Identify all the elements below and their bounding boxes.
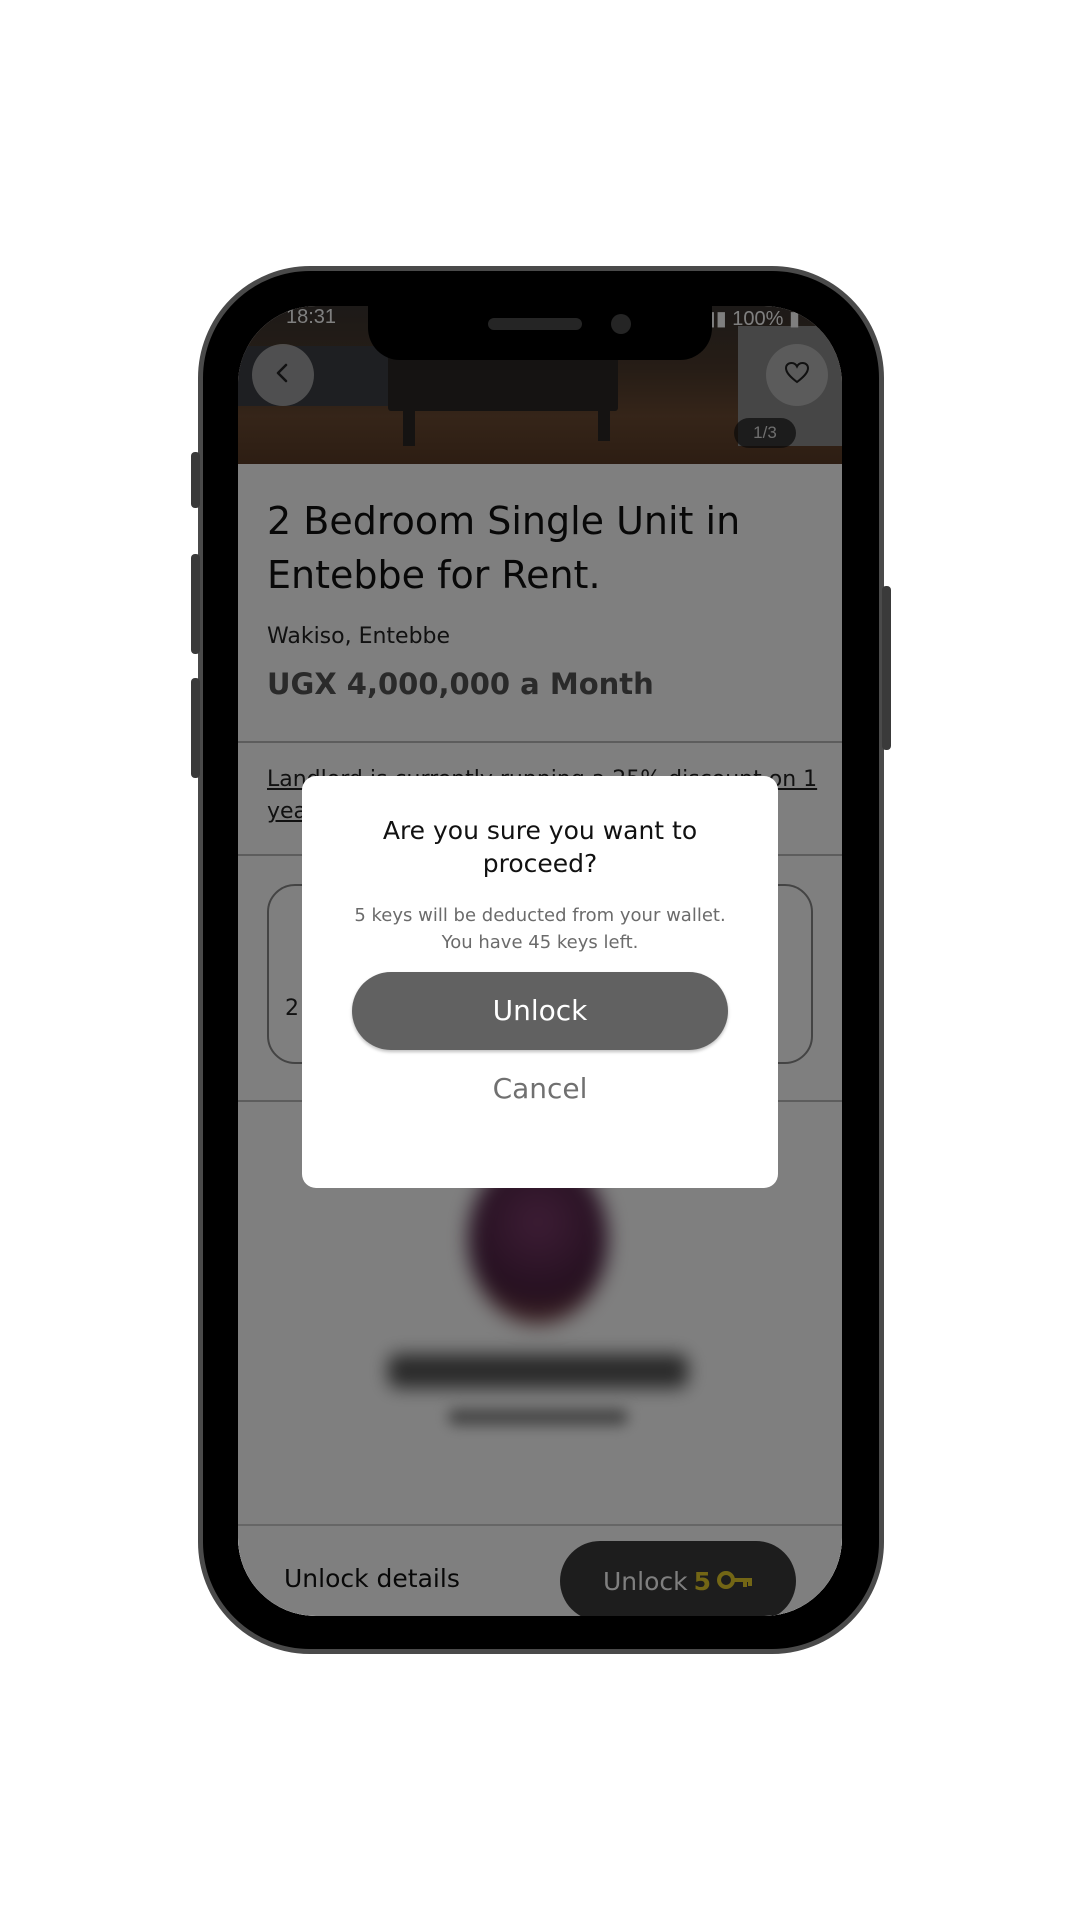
cancel-button[interactable]: Cancel	[452, 1069, 628, 1109]
confirm-unlock-button[interactable]: Unlock	[352, 972, 728, 1050]
confirm-dialog: Are you sure you want to proceed? 5 keys…	[302, 776, 778, 1188]
app-screen: 18:31 ▮▮ 100% ▮ 1/3 2 Bedroom Single Uni…	[238, 306, 842, 1616]
volume-down-button	[191, 678, 200, 778]
volume-up-button	[191, 554, 200, 654]
dialog-title: Are you sure you want to proceed?	[382, 816, 698, 878]
mute-switch	[191, 452, 200, 508]
dialog-message: 5 keys will be deducted from your wallet…	[354, 905, 726, 953]
power-button	[882, 586, 891, 750]
